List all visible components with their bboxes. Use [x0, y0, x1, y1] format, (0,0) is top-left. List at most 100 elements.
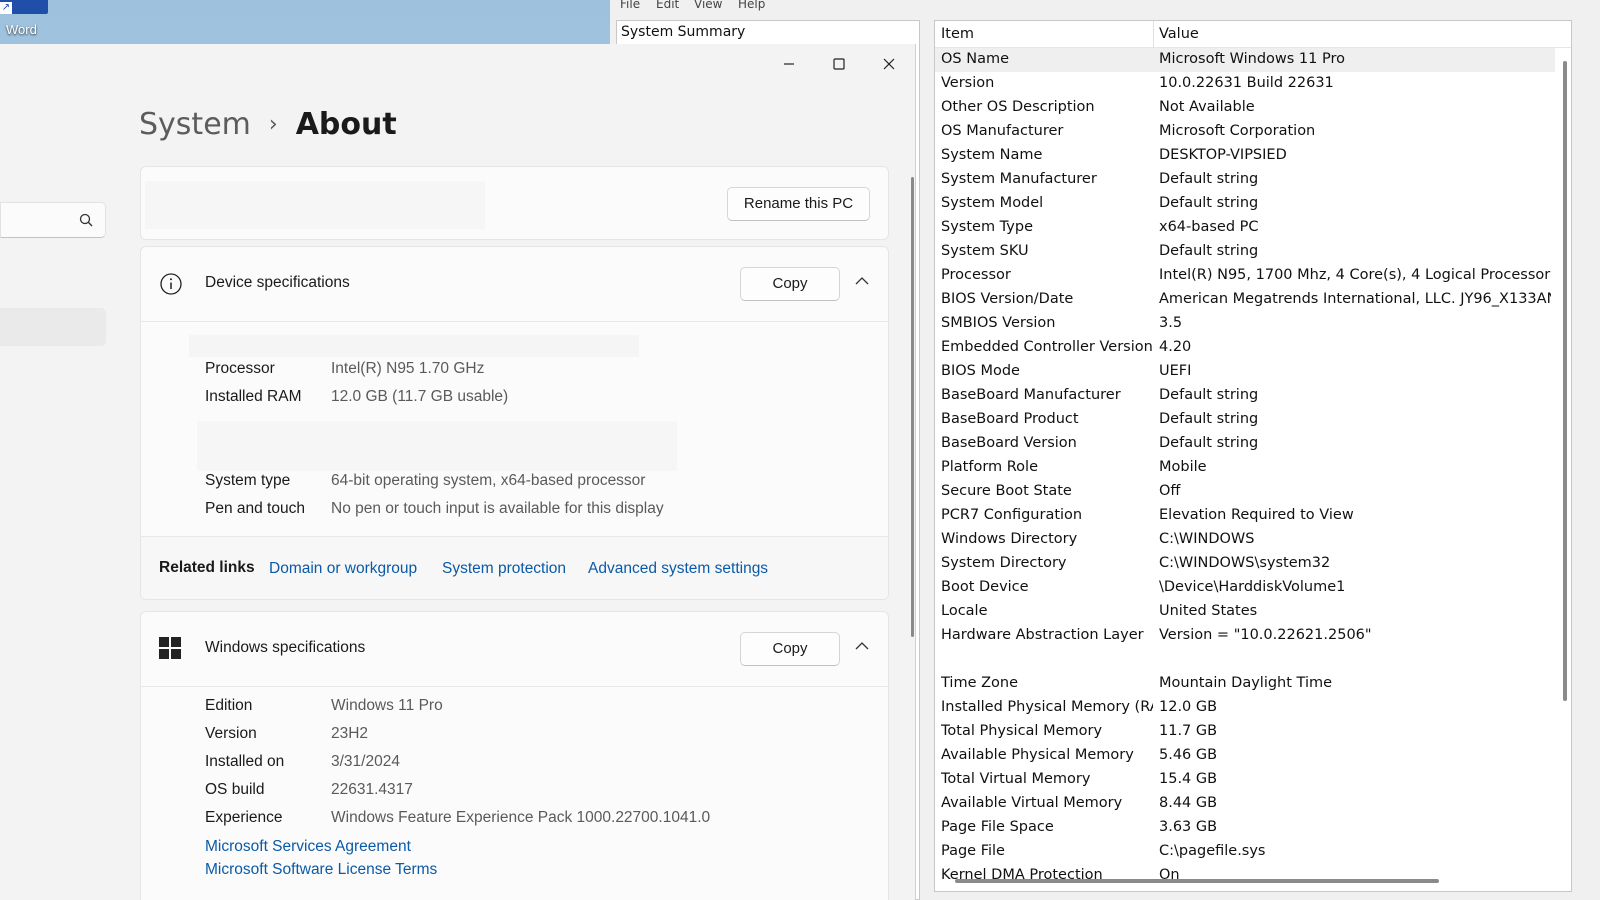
- device-specifications-header[interactable]: Device specifications Copy: [141, 247, 888, 322]
- table-row[interactable]: System Directory C:\WINDOWS\system32: [935, 552, 1555, 576]
- link-license-terms[interactable]: Microsoft Software License Terms: [205, 861, 437, 879]
- menu-edit[interactable]: Edit: [656, 0, 679, 11]
- row-value: Default string: [1159, 411, 1259, 427]
- row-item: Embedded Controller Version: [941, 339, 1153, 355]
- link-domain-or-workgroup[interactable]: Domain or workgroup: [269, 560, 417, 578]
- table-row[interactable]: BaseBoard Manufacturer Default string: [935, 384, 1555, 408]
- tree-item-system-summary[interactable]: System Summary: [617, 21, 919, 43]
- table-row[interactable]: Hardware Abstraction Layer Version = "10.…: [935, 624, 1555, 648]
- table-row[interactable]: BIOS Mode UEFI: [935, 360, 1555, 384]
- copy-device-specs-button[interactable]: Copy: [740, 267, 840, 301]
- row-value: UEFI: [1159, 363, 1192, 379]
- row-value: Default string: [1159, 195, 1259, 211]
- table-row[interactable]: Total Physical Memory 11.7 GB: [935, 720, 1555, 744]
- row-item: BaseBoard Version: [941, 435, 1077, 451]
- table-row[interactable]: Available Physical Memory 5.46 GB: [935, 744, 1555, 768]
- table-row[interactable]: System Type x64-based PC: [935, 216, 1555, 240]
- link-services-agreement[interactable]: Microsoft Services Agreement: [205, 838, 411, 856]
- table-row[interactable]: System Manufacturer Default string: [935, 168, 1555, 192]
- table-row[interactable]: Total Virtual Memory 15.4 GB: [935, 768, 1555, 792]
- row-value: Mountain Daylight Time: [1159, 675, 1333, 691]
- copy-windows-specs-button[interactable]: Copy: [740, 632, 840, 666]
- row-item: Locale: [941, 603, 988, 619]
- link-system-protection[interactable]: System protection: [442, 560, 566, 578]
- search-input[interactable]: [0, 202, 106, 238]
- table-row[interactable]: Windows Directory C:\WINDOWS: [935, 528, 1555, 552]
- row-value: 4.20: [1159, 339, 1192, 355]
- table-row[interactable]: Embedded Controller Version 4.20: [935, 336, 1555, 360]
- row-value: 3.5: [1159, 315, 1183, 331]
- breadcrumb: System › About: [139, 107, 397, 142]
- spec-label: System type: [205, 472, 291, 489]
- table-row[interactable]: Locale United States: [935, 600, 1555, 624]
- column-header-value[interactable]: Value: [1159, 26, 1199, 42]
- spec-value: 22631.4317: [331, 781, 413, 798]
- maximize-icon: [833, 58, 845, 70]
- table-row[interactable]: PCR7 Configuration Elevation Required to …: [935, 504, 1555, 528]
- table-row[interactable]: OS Name Microsoft Windows 11 Pro: [935, 48, 1555, 72]
- link-advanced-system-settings[interactable]: Advanced system settings: [588, 560, 768, 578]
- row-item: System Directory: [941, 555, 1067, 571]
- table-row[interactable]: SMBIOS Version 3.5: [935, 312, 1555, 336]
- word-desktop-shortcut[interactable]: ↗ Word: [0, 0, 50, 40]
- spec-label: OS build: [205, 781, 265, 798]
- spec-label: Experience: [205, 809, 283, 826]
- list-rows: OS Name Microsoft Windows 11 Pro Version 10…: [935, 48, 1555, 888]
- row-item: OS Name: [941, 51, 1010, 67]
- menu-file[interactable]: File: [620, 0, 640, 11]
- table-row[interactable]: System Model Default string: [935, 192, 1555, 216]
- table-row[interactable]: BIOS Version/Date American Megatrends Int…: [935, 288, 1555, 312]
- table-row[interactable]: Boot Device \Device\HarddiskVolume1: [935, 576, 1555, 600]
- table-row[interactable]: Processor Intel(R) N95, 1700 Mhz, 4 Core(…: [935, 264, 1555, 288]
- spec-label: Pen and touch: [205, 500, 305, 517]
- windows-specifications-header[interactable]: Windows specifications Copy: [141, 612, 888, 687]
- table-row[interactable]: [935, 648, 1555, 672]
- row-item: Total Virtual Memory: [941, 771, 1091, 787]
- table-row[interactable]: Kernel DMA Protection On: [935, 864, 1555, 888]
- row-value: Microsoft Windows 11 Pro: [1159, 51, 1345, 67]
- table-row[interactable]: Secure Boot State Off: [935, 480, 1555, 504]
- row-value: American Megatrends International, LLC. …: [1159, 291, 1551, 307]
- table-row[interactable]: Available Virtual Memory 8.44 GB: [935, 792, 1555, 816]
- row-value: 3.63 GB: [1159, 819, 1218, 835]
- table-row[interactable]: Other OS Description Not Available: [935, 96, 1555, 120]
- row-item: System Model: [941, 195, 1044, 211]
- table-row[interactable]: OS Manufacturer Microsoft Corporation: [935, 120, 1555, 144]
- table-row[interactable]: BaseBoard Product Default string: [935, 408, 1555, 432]
- table-row[interactable]: Platform Role Mobile: [935, 456, 1555, 480]
- menu-help[interactable]: Help: [738, 0, 765, 11]
- close-button[interactable]: [866, 48, 912, 80]
- table-row[interactable]: System SKU Default string: [935, 240, 1555, 264]
- column-divider[interactable]: [1153, 21, 1154, 48]
- rename-pc-button[interactable]: Rename this PC: [727, 187, 870, 221]
- table-row[interactable]: BaseBoard Version Default string: [935, 432, 1555, 456]
- row-item: Secure Boot State: [941, 483, 1072, 499]
- spec-value: No pen or touch input is available for t…: [331, 500, 664, 517]
- horizontal-scrollbar[interactable]: [955, 879, 1439, 883]
- minimize-button[interactable]: [766, 48, 812, 80]
- row-value: C:\WINDOWS: [1159, 531, 1255, 547]
- table-row[interactable]: Page File C:\pagefile.sys: [935, 840, 1555, 864]
- chevron-up-icon[interactable]: [854, 638, 870, 654]
- nav-item-selected[interactable]: [0, 308, 106, 346]
- table-row[interactable]: Installed Physical Memory (RA... 12.0 GB: [935, 696, 1555, 720]
- table-row[interactable]: Page File Space 3.63 GB: [935, 816, 1555, 840]
- table-row[interactable]: Version 10.0.22631 Build 22631: [935, 72, 1555, 96]
- windows-logo-icon: [159, 637, 181, 659]
- row-item: Hardware Abstraction Layer: [941, 627, 1144, 643]
- breadcrumb-parent[interactable]: System: [139, 107, 251, 142]
- spec-value: Windows 11 Pro: [331, 697, 443, 714]
- row-item: Version: [941, 75, 995, 91]
- vertical-scrollbar[interactable]: [1563, 61, 1567, 701]
- row-item: Windows Directory: [941, 531, 1078, 547]
- row-item: BaseBoard Product: [941, 411, 1079, 427]
- table-row[interactable]: Time Zone Mountain Daylight Time: [935, 672, 1555, 696]
- redacted-row: [189, 335, 639, 357]
- column-header-item[interactable]: Item: [941, 26, 974, 42]
- chevron-up-icon[interactable]: [854, 273, 870, 289]
- row-value: Intel(R) N95, 1700 Mhz, 4 Core(s), 4 Log…: [1159, 267, 1551, 283]
- table-row[interactable]: System Name DESKTOP-VIPSIED: [935, 144, 1555, 168]
- maximize-button[interactable]: [816, 48, 862, 80]
- settings-scrollbar[interactable]: [911, 177, 914, 637]
- menu-view[interactable]: View: [694, 0, 722, 11]
